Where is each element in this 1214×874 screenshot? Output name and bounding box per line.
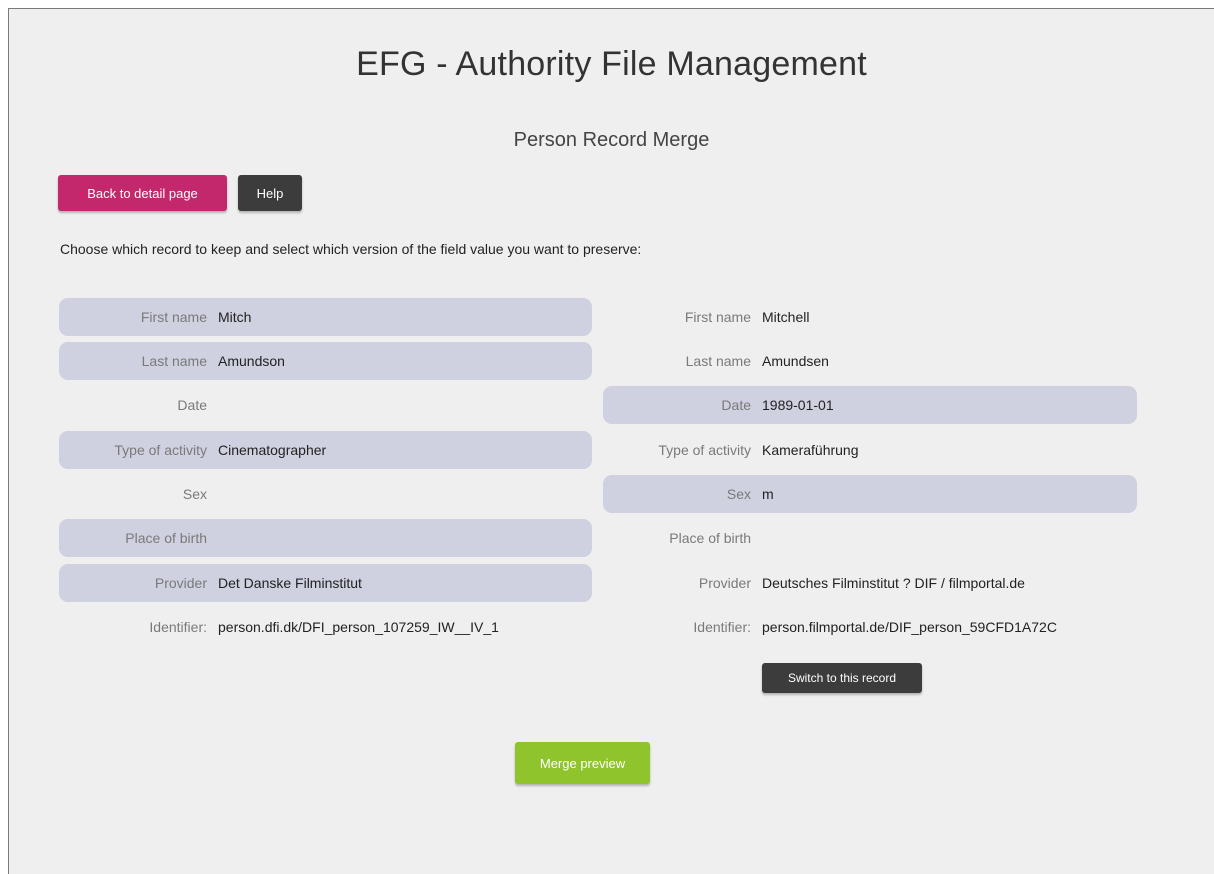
page-title: EFG - Authority File Management xyxy=(356,45,867,83)
page-subtitle: Person Record Merge xyxy=(513,129,710,151)
field-value: 1989-01-01 xyxy=(762,397,834,413)
left-field-place-of-birth[interactable]: Place of birth xyxy=(59,519,592,557)
field-value: m xyxy=(762,486,774,502)
field-value: person.dfi.dk/DFI_person_107259_IW__IV_1 xyxy=(218,619,499,635)
right-field-first-name[interactable]: First name Mitchell xyxy=(603,298,1137,336)
page-frame: EFG - Authority File Management Person R… xyxy=(8,8,1214,874)
left-field-identifier: Identifier: person.dfi.dk/DFI_person_107… xyxy=(59,608,592,646)
right-field-place-of-birth[interactable]: Place of birth xyxy=(603,519,1137,557)
field-value: Cinematographer xyxy=(218,442,327,458)
switch-to-record-button[interactable]: Switch to this record xyxy=(762,663,922,693)
field-label: Identifier: xyxy=(693,619,751,635)
left-field-last-name[interactable]: Last name Amundson xyxy=(59,342,592,380)
field-value: Det Danske Filminstitut xyxy=(218,575,362,591)
left-field-date[interactable]: Date xyxy=(59,386,592,424)
field-label: Last name xyxy=(685,353,751,369)
field-label: Last name xyxy=(141,353,207,369)
field-value: Mitchell xyxy=(762,309,810,325)
field-label: Identifier: xyxy=(149,619,207,635)
field-value: Deutsches Filminstitut ? DIF / filmporta… xyxy=(762,575,1025,591)
field-label: Sex xyxy=(182,486,207,502)
field-value: Kameraführung xyxy=(762,442,859,458)
merge-instructions: Choose which record to keep and select w… xyxy=(60,241,642,257)
field-value: Mitch xyxy=(218,309,252,325)
field-label: Place of birth xyxy=(669,530,751,546)
left-field-sex[interactable]: Sex xyxy=(59,475,592,513)
field-label: Place of birth xyxy=(125,530,207,546)
right-field-type-of-activity[interactable]: Type of activity Kameraführung xyxy=(603,431,1137,469)
help-button[interactable]: Help xyxy=(238,175,302,211)
left-field-provider[interactable]: Provider Det Danske Filminstitut xyxy=(59,564,592,602)
right-field-date[interactable]: Date 1989-01-01 xyxy=(603,386,1137,424)
left-field-first-name[interactable]: First name Mitch xyxy=(59,298,592,336)
field-label: Type of activity xyxy=(114,442,207,458)
merge-preview-button[interactable]: Merge preview xyxy=(515,742,650,784)
right-field-provider[interactable]: Provider Deutsches Filminstitut ? DIF / … xyxy=(603,564,1137,602)
field-value: Amundson xyxy=(218,353,285,369)
field-label: Provider xyxy=(154,575,207,591)
right-field-identifier: Identifier: person.filmportal.de/DIF_per… xyxy=(603,608,1137,646)
field-label: Type of activity xyxy=(658,442,751,458)
right-field-last-name[interactable]: Last name Amundsen xyxy=(603,342,1137,380)
field-value: person.filmportal.de/DIF_person_59CFD1A7… xyxy=(762,619,1057,635)
field-label: Date xyxy=(177,397,207,413)
back-to-detail-button[interactable]: Back to detail page xyxy=(58,175,227,211)
field-label: First name xyxy=(140,309,207,325)
field-label: Date xyxy=(721,397,751,413)
field-label: Sex xyxy=(726,486,751,502)
left-field-type-of-activity[interactable]: Type of activity Cinematographer xyxy=(59,431,592,469)
right-field-sex[interactable]: Sex m xyxy=(603,475,1137,513)
field-label: First name xyxy=(684,309,751,325)
field-value: Amundsen xyxy=(762,353,829,369)
field-label: Provider xyxy=(698,575,751,591)
